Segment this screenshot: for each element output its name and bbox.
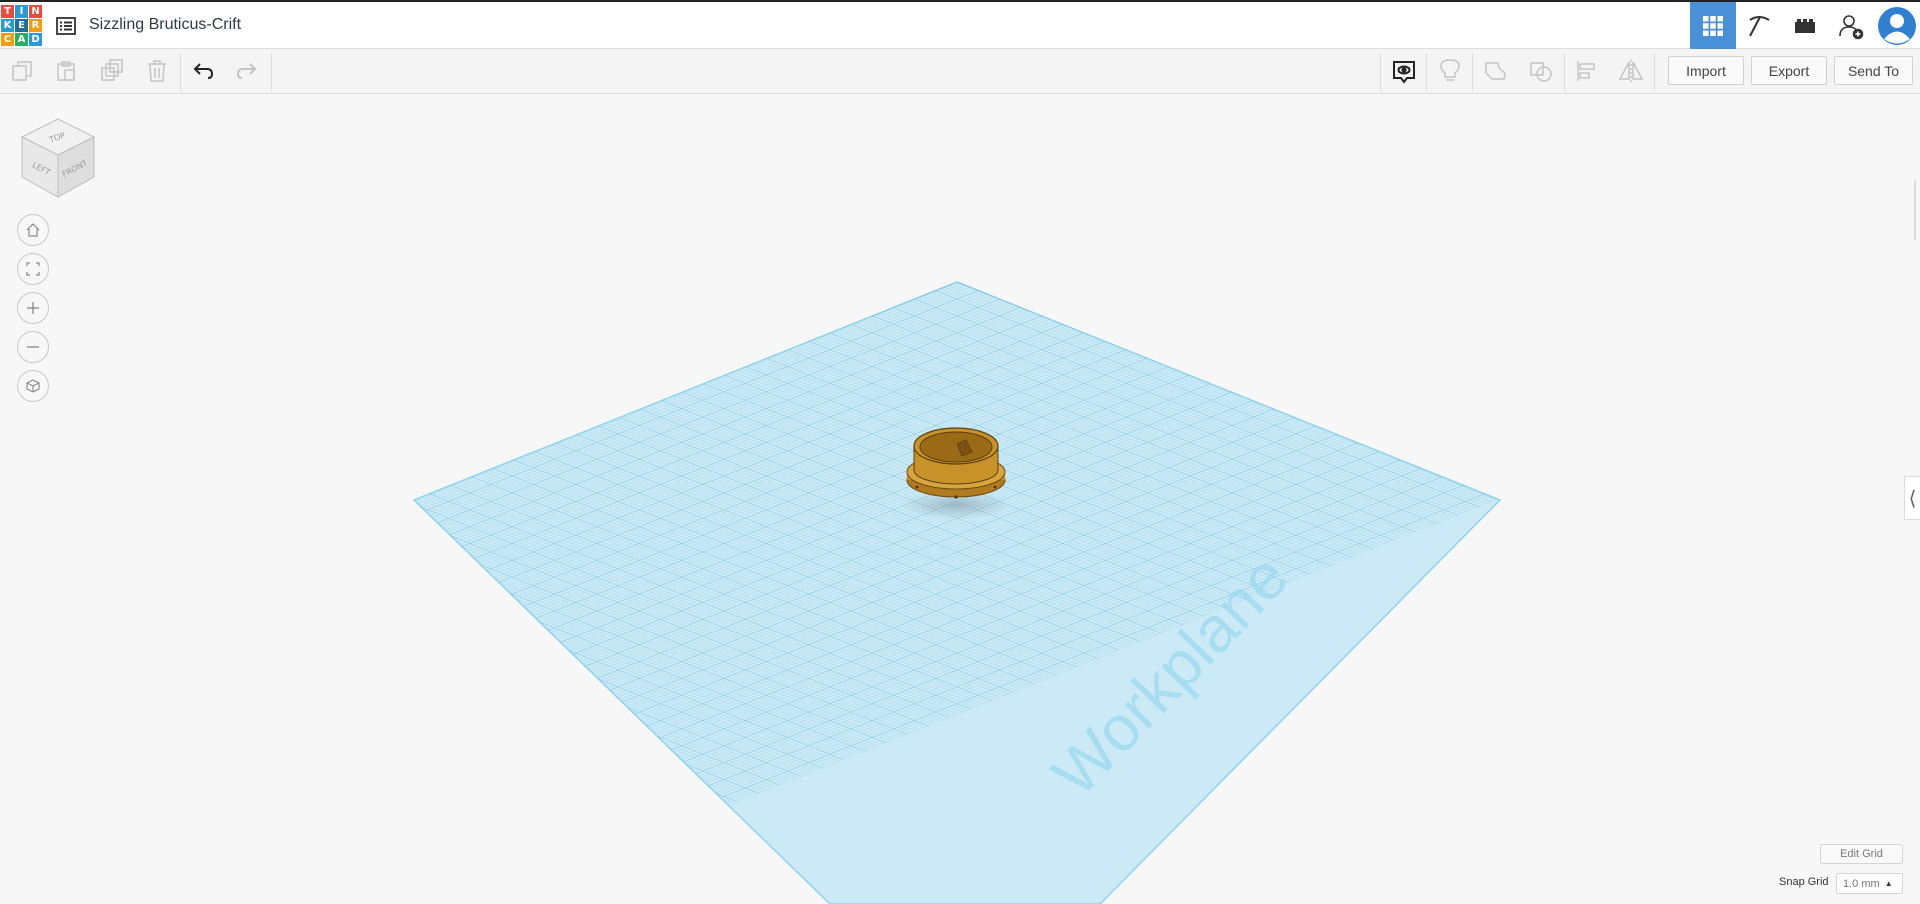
perspective-icon[interactable] bbox=[17, 370, 49, 402]
logo-letter: K bbox=[1, 19, 14, 32]
caret-up-icon: ▲ bbox=[1884, 879, 1893, 888]
design-title[interactable]: Sizzling Bruticus-Crift bbox=[89, 16, 241, 34]
logo-letter: C bbox=[1, 33, 14, 46]
pickaxe-icon[interactable] bbox=[1736, 2, 1782, 49]
fit-view-icon[interactable] bbox=[17, 253, 49, 285]
snap-grid-value: 1.0 mm bbox=[1843, 877, 1880, 890]
bricks-icon[interactable] bbox=[1782, 2, 1828, 49]
snap-grid-label: Snap Grid bbox=[1779, 876, 1829, 888]
add-user-icon[interactable] bbox=[1828, 2, 1874, 49]
light-bulb-icon[interactable] bbox=[1434, 55, 1466, 87]
3d-design-grid-icon[interactable] bbox=[1690, 2, 1736, 49]
home-view-icon[interactable] bbox=[17, 214, 49, 246]
zoom-out-icon[interactable] bbox=[17, 331, 49, 363]
redo-icon[interactable] bbox=[231, 55, 263, 87]
snap-grid-select[interactable]: 1.0 mm ▲ bbox=[1836, 873, 1903, 894]
tinkercad-logo[interactable]: TIN KER CAD bbox=[1, 5, 43, 47]
panel-toggle-chevron-icon[interactable]: ⟨ bbox=[1904, 476, 1920, 520]
duplicate-icon[interactable] bbox=[96, 55, 128, 87]
3d-viewport[interactable]: Workplane bbox=[0, 95, 1920, 904]
delete-icon[interactable] bbox=[141, 55, 173, 87]
logo-letter: E bbox=[15, 19, 28, 32]
logo-letter: I bbox=[15, 5, 28, 18]
zoom-in-icon[interactable] bbox=[17, 292, 49, 324]
logo-letter: D bbox=[29, 33, 42, 46]
list-icon[interactable] bbox=[54, 14, 78, 38]
logo-letter: R bbox=[29, 19, 42, 32]
view-cube[interactable]: TOP LEFT FRONT bbox=[18, 113, 100, 203]
align-icon[interactable] bbox=[1571, 55, 1603, 87]
toolbar: Import Export Send To bbox=[0, 49, 1920, 94]
import-button[interactable]: Import bbox=[1668, 56, 1744, 85]
avatar[interactable] bbox=[1874, 2, 1920, 49]
group-icon[interactable] bbox=[1480, 55, 1512, 87]
show-notes-icon[interactable] bbox=[1388, 55, 1420, 87]
logo-letter: T bbox=[1, 5, 14, 18]
copy-icon[interactable] bbox=[6, 55, 38, 87]
undo-icon[interactable] bbox=[187, 55, 219, 87]
send-to-button[interactable]: Send To bbox=[1834, 56, 1913, 85]
logo-letter: N bbox=[29, 5, 42, 18]
paste-icon[interactable] bbox=[50, 55, 82, 87]
edit-grid-button[interactable]: Edit Grid bbox=[1820, 844, 1903, 864]
ungroup-icon[interactable] bbox=[1525, 55, 1557, 87]
export-button[interactable]: Export bbox=[1751, 56, 1827, 85]
workplane[interactable]: Workplane bbox=[0, 281, 1502, 904]
scrollbar[interactable] bbox=[1914, 180, 1916, 240]
cylinder-object[interactable] bbox=[901, 427, 1011, 519]
logo-letter: A bbox=[15, 33, 28, 46]
top-header: TIN KER CAD Sizzling Bruticus-Crift bbox=[0, 0, 1920, 49]
mirror-icon[interactable] bbox=[1615, 55, 1647, 87]
